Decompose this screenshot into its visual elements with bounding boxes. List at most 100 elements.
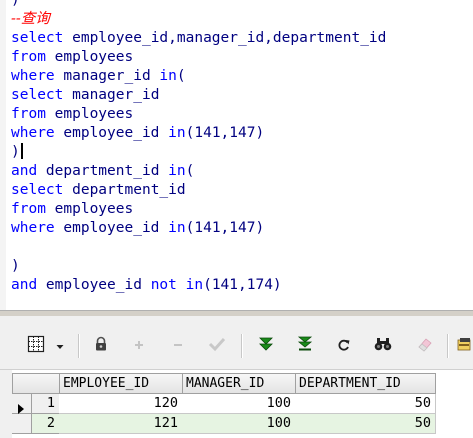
check-icon — [208, 336, 226, 356]
cell-manager-id[interactable]: 100 — [182, 414, 296, 434]
toolbar-separator — [241, 334, 243, 358]
sql-keyword: and — [11, 277, 38, 293]
sql-token: employee_id — [54, 125, 169, 141]
sql-token: ) — [11, 0, 20, 8]
row-number: 2 — [32, 414, 60, 434]
sql-keyword: from — [11, 49, 46, 65]
cell-employee-id[interactable]: 121 — [59, 414, 183, 434]
table-row[interactable]: 2 121 100 50 — [12, 414, 473, 434]
toolbar-separator — [447, 334, 449, 358]
sql-token: ) — [11, 258, 20, 274]
sql-keyword: select — [11, 87, 64, 103]
row-indicator[interactable] — [12, 394, 32, 414]
find-button[interactable] — [373, 336, 393, 356]
sql-token: employee_id — [37, 277, 151, 293]
sql-editor[interactable]: ) --查询 select employee_id,manager_id,depar… — [0, 0, 473, 310]
text-caret — [20, 143, 23, 159]
cell-department-id[interactable]: 50 — [295, 394, 436, 414]
minus-icon — [171, 337, 185, 356]
sql-token: employees — [45, 49, 134, 65]
sql-keyword: in — [168, 163, 186, 179]
grid-corner-cell[interactable] — [12, 373, 60, 394]
sql-token: ( — [176, 68, 186, 84]
code-line[interactable]: and department_id in( — [11, 162, 194, 181]
grid-icon — [27, 335, 45, 357]
refresh-button[interactable] — [334, 336, 354, 356]
fetch-last-icon — [297, 336, 313, 356]
grid-view-button[interactable] — [26, 335, 46, 357]
sql-keyword: in — [168, 220, 186, 236]
sql-keyword: where — [11, 220, 55, 236]
code-line[interactable]: ) — [11, 0, 20, 10]
sql-keyword: select — [11, 182, 64, 198]
sql-token: employees — [45, 106, 134, 122]
row-number: 1 — [32, 394, 60, 414]
column-header-label: EMPLOYEE_ID — [63, 376, 150, 391]
double-chevron-down-icon — [258, 336, 274, 356]
sql-comment: --查询 — [11, 11, 50, 27]
sql-keyword: and — [11, 163, 38, 179]
cell-manager-id[interactable]: 100 — [182, 394, 296, 414]
sql-token: employee_id,manager_id,department_id — [63, 30, 387, 46]
code-line[interactable]: from employees — [11, 48, 133, 67]
result-toolbar — [0, 316, 473, 370]
code-line[interactable]: where employee_id in(141,147) — [11, 219, 264, 238]
grid-left-bar — [0, 370, 12, 438]
column-header-department-id[interactable]: DEPARTMENT_ID — [295, 373, 436, 394]
code-line[interactable]: select employee_id,manager_id,department… — [11, 29, 386, 48]
sql-token: manager_id — [63, 87, 160, 103]
fetch-last-page-button[interactable] — [295, 336, 315, 356]
column-header-manager-id[interactable]: MANAGER_ID — [182, 373, 296, 394]
code-line[interactable]: from employees — [11, 200, 133, 219]
code-line[interactable]: select department_id — [11, 181, 186, 200]
sql-keyword: from — [11, 201, 46, 217]
sql-token: employees — [45, 201, 134, 217]
insert-record-button[interactable] — [129, 336, 149, 356]
code-line[interactable]: select manager_id — [11, 86, 159, 105]
post-changes-button[interactable] — [207, 336, 227, 356]
code-line[interactable]: ) — [11, 257, 20, 276]
sql-keyword: from — [11, 106, 46, 122]
sql-keyword: select — [11, 30, 64, 46]
code-line[interactable]: where employee_id in(141,147) — [11, 124, 264, 143]
result-grid[interactable]: EMPLOYEE_ID MANAGER_ID DEPARTMENT_ID 1 1… — [0, 370, 473, 438]
code-line[interactable]: --查询 — [11, 10, 50, 29]
delete-record-button[interactable] — [168, 336, 188, 356]
column-header-employee-id[interactable]: EMPLOYEE_ID — [59, 373, 183, 394]
sql-token: ( — [185, 163, 195, 179]
table-row[interactable]: 1 120 100 50 — [12, 394, 473, 414]
sql-token: employee_id — [54, 220, 169, 236]
code-line[interactable]: ) — [11, 143, 23, 162]
code-line[interactable]: and employee_id not in(141,174) — [11, 276, 282, 295]
column-header-label: MANAGER_ID — [186, 376, 265, 391]
sql-keyword: not in — [150, 277, 204, 293]
sql-token: ) — [11, 144, 20, 160]
sql-keyword: where — [11, 68, 55, 84]
export-button[interactable] — [455, 336, 473, 356]
code-line[interactable]: from employees — [11, 105, 133, 124]
lock-button[interactable] — [91, 336, 111, 356]
sql-keyword: in — [159, 68, 177, 84]
binoculars-icon — [374, 336, 392, 356]
sql-token: department_id — [63, 182, 186, 198]
lock-icon — [93, 336, 109, 356]
sql-token: (141,147) — [185, 125, 265, 141]
clear-button[interactable] — [415, 336, 435, 356]
grid-view-dropdown[interactable] — [53, 336, 67, 356]
toolbar-separator — [78, 334, 80, 358]
refresh-icon — [337, 337, 351, 356]
eraser-icon — [416, 336, 434, 356]
row-indicator[interactable] — [12, 414, 32, 434]
sql-keyword: in — [168, 125, 186, 141]
sql-token: department_id — [37, 163, 169, 179]
code-line[interactable]: where manager_id in( — [11, 67, 186, 86]
fetch-next-page-button[interactable] — [256, 336, 276, 356]
plus-icon — [132, 337, 146, 356]
sql-token: (141,147) — [185, 220, 265, 236]
cell-department-id[interactable]: 50 — [295, 414, 436, 434]
column-header-label: DEPARTMENT_ID — [299, 376, 401, 391]
editor-gutter — [0, 0, 6, 310]
sql-keyword: where — [11, 125, 55, 141]
sql-token: (141,174) — [203, 277, 282, 293]
cell-employee-id[interactable]: 120 — [59, 394, 183, 414]
